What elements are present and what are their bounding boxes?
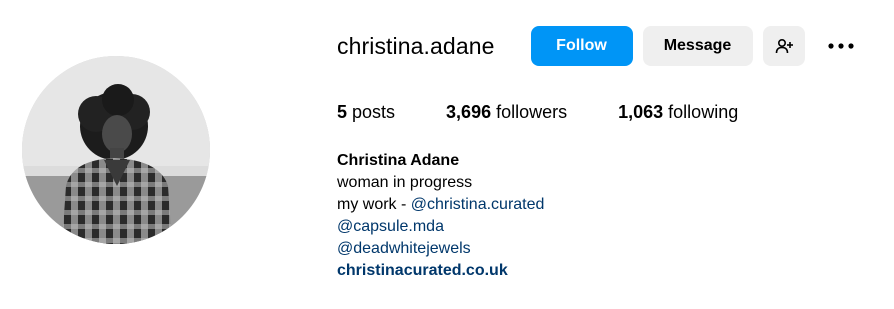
follow-button[interactable]: Follow [530,26,633,66]
profile-header: christina.adane Follow Message [337,26,857,66]
suggested-accounts-button[interactable] [762,26,805,66]
posts-stat: 5 posts [337,102,395,123]
profile-avatar[interactable] [22,56,210,244]
following-label: following [668,102,739,122]
website-link[interactable]: christinacurated.co.uk [337,260,544,282]
bio-work-prefix: my work - [337,196,411,213]
profile-stats: 5 posts 3,696 followers 1,063 following [337,102,789,123]
username: christina.adane [337,32,495,59]
following-stat[interactable]: 1,063 following [618,102,738,123]
more-options-icon [827,43,854,49]
followers-stat[interactable]: 3,696 followers [446,102,567,123]
mention-link[interactable]: @capsule.mda [337,216,544,238]
profile-photo [22,56,210,244]
profile-bio: Christina Adane woman in progress my wor… [337,150,544,282]
message-button[interactable]: Message [642,26,753,66]
posts-label: posts [352,102,396,122]
mention-link[interactable]: @deadwhitejewels [337,238,544,260]
bio-line-work: my work - @christina.curated [337,194,544,216]
more-options-button[interactable] [825,26,857,66]
followers-label: followers [496,102,568,122]
display-name: Christina Adane [337,152,460,169]
person-add-icon [775,38,793,54]
bio-line: woman in progress [337,174,473,191]
posts-count: 5 [337,102,348,122]
following-count: 1,063 [618,102,664,122]
mention-link[interactable]: @christina.curated [411,196,545,213]
followers-count: 3,696 [446,102,492,122]
